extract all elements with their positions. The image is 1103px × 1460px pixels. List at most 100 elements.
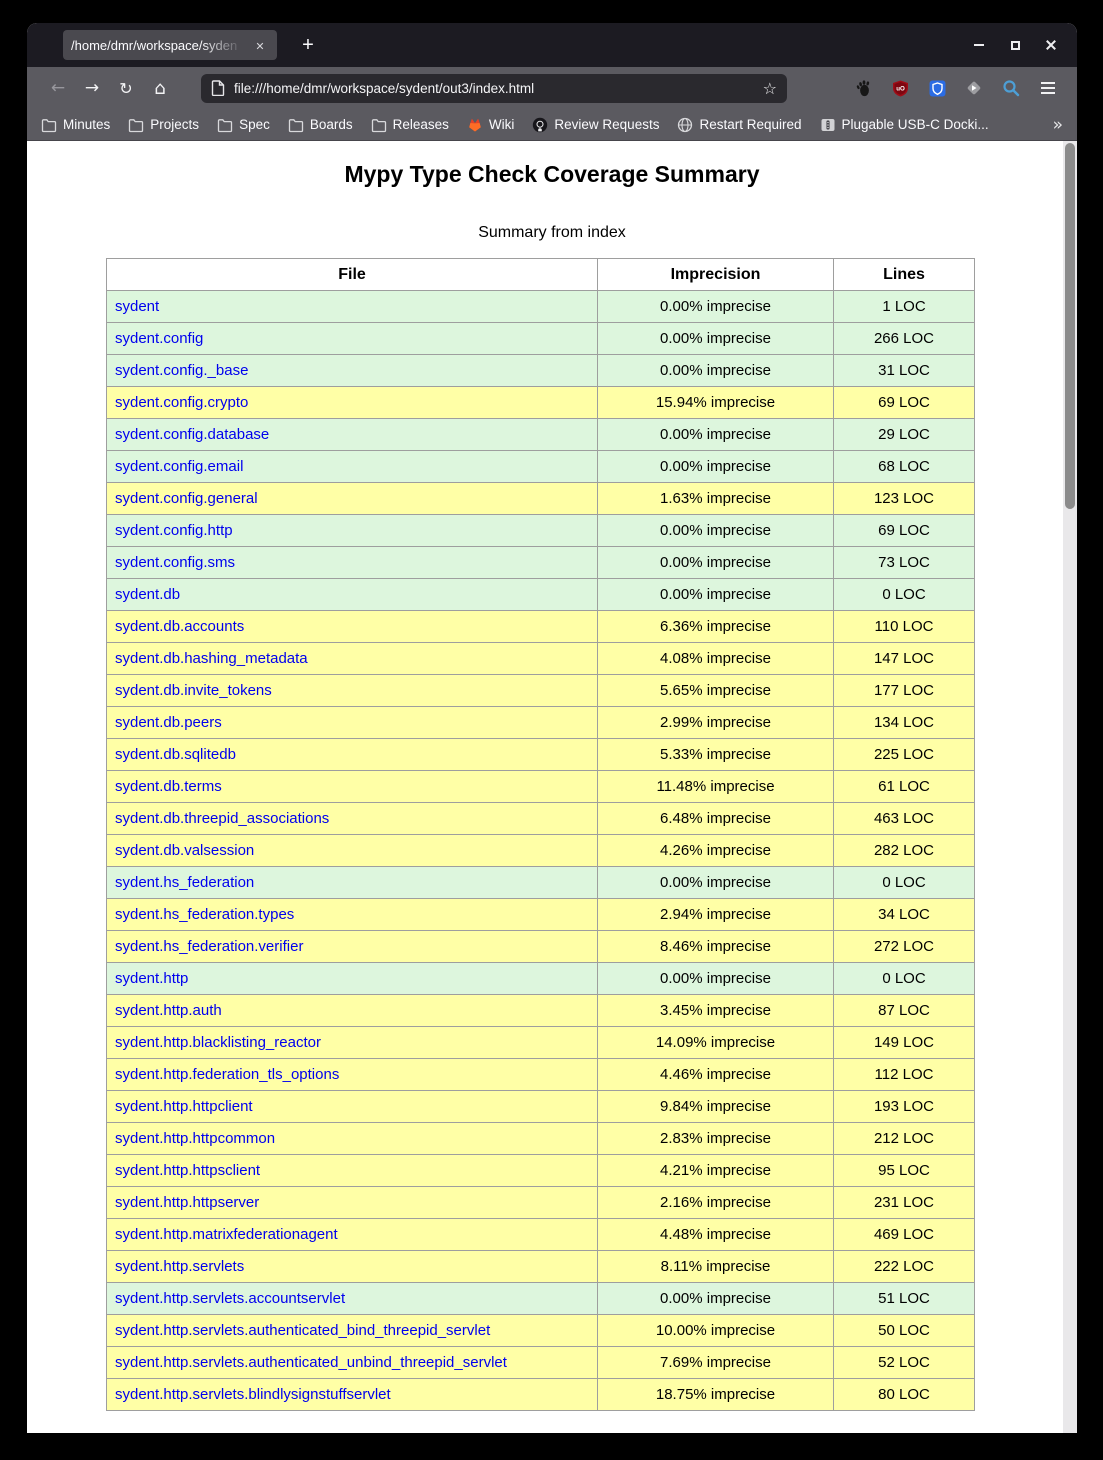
home-button[interactable] (143, 73, 177, 103)
bookmarks-overflow-icon[interactable] (1053, 115, 1063, 135)
file-link[interactable]: sydent.http.httpcommon (115, 1130, 275, 1147)
file-link[interactable]: sydent.http.blacklisting_reactor (115, 1034, 321, 1051)
coverage-table: File Imprecision Lines sydent 0.00% impre… (106, 258, 975, 1411)
browser-tab[interactable]: /home/dmr/workspace/syden (63, 30, 277, 60)
lines-cell: 123 LOC (834, 483, 975, 515)
lines-cell: 225 LOC (834, 739, 975, 771)
bookmark-item[interactable]: Restart Required (677, 117, 801, 133)
imprecision-cell: 2.16% imprecise (598, 1187, 834, 1219)
toolbar-extension-icons: uO (854, 79, 1057, 97)
file-link[interactable]: sydent.config._base (115, 362, 248, 379)
maximize-button[interactable] (1005, 35, 1025, 55)
imprecision-cell: 2.94% imprecise (598, 899, 834, 931)
file-link[interactable]: sydent.http.httpsclient (115, 1162, 260, 1179)
lines-cell: 52 LOC (834, 1347, 975, 1379)
imprecision-cell: 10.00% imprecise (598, 1315, 834, 1347)
lines-cell: 212 LOC (834, 1123, 975, 1155)
bookmark-item[interactable]: Wiki (467, 117, 515, 133)
bookmark-item[interactable]: Boards (288, 117, 353, 133)
page-scrollbar[interactable] (1063, 141, 1077, 1433)
reload-button[interactable] (109, 73, 143, 103)
new-tab-button[interactable] (293, 30, 323, 60)
bookmark-item[interactable]: Minutes (41, 117, 110, 133)
forward-button[interactable] (75, 73, 109, 103)
file-link[interactable]: sydent.http.servlets.accountservlet (115, 1290, 345, 1307)
close-button[interactable] (1041, 35, 1061, 55)
lines-cell: 31 LOC (834, 355, 975, 387)
file-link[interactable]: sydent.db.peers (115, 714, 222, 731)
bookmark-item[interactable]: Review Requests (532, 117, 659, 133)
file-link[interactable]: sydent.config.database (115, 426, 269, 443)
file-link[interactable]: sydent.config.general (115, 490, 258, 507)
lines-cell: 80 LOC (834, 1379, 975, 1411)
bookmark-item[interactable]: Releases (371, 117, 449, 133)
extension-diamond-icon[interactable] (965, 79, 983, 97)
lines-cell: 266 LOC (834, 323, 975, 355)
file-link[interactable]: sydent.db.threepid_associations (115, 810, 329, 827)
imprecision-cell: 11.48% imprecise (598, 771, 834, 803)
file-link[interactable]: sydent.http.matrixfederationagent (115, 1226, 338, 1243)
lines-cell: 112 LOC (834, 1059, 975, 1091)
page-title: Mypy Type Check Coverage Summary (27, 160, 1077, 188)
bitwarden-icon[interactable] (928, 79, 946, 97)
file-link[interactable]: sydent.hs_federation (115, 874, 254, 891)
table-row: sydent.db0.00% imprecise0 LOC (107, 579, 975, 611)
search-icon[interactable] (1002, 79, 1020, 97)
lines-cell: 69 LOC (834, 515, 975, 547)
lines-cell: 134 LOC (834, 707, 975, 739)
url-bar[interactable]: file:///home/dmr/workspace/sydent/out3/i… (201, 74, 787, 103)
table-row: sydent.db.sqlitedb5.33% imprecise225 LOC (107, 739, 975, 771)
table-row: sydent.http.matrixfederationagent4.48% i… (107, 1219, 975, 1251)
gitlab-icon (467, 117, 483, 133)
lines-cell: 231 LOC (834, 1187, 975, 1219)
file-link[interactable]: sydent.db.hashing_metadata (115, 650, 308, 667)
gnome-foot-icon[interactable] (854, 79, 872, 97)
file-link[interactable]: sydent.hs_federation.verifier (115, 938, 303, 955)
tab-close-icon[interactable] (251, 37, 269, 53)
file-link[interactable]: sydent.config.crypto (115, 394, 248, 411)
minimize-button[interactable] (969, 35, 989, 55)
scrollbar-thumb[interactable] (1065, 143, 1075, 509)
imprecision-cell: 0.00% imprecise (598, 963, 834, 995)
file-link[interactable]: sydent.db.sqlitedb (115, 746, 236, 763)
ublock-icon[interactable]: uO (891, 79, 909, 97)
bookmark-item[interactable]: Spec (217, 117, 270, 133)
lines-cell: 282 LOC (834, 835, 975, 867)
file-link[interactable]: sydent (115, 298, 159, 315)
file-link[interactable]: sydent.http (115, 970, 188, 987)
page-subtitle: Summary from index (27, 224, 1077, 241)
file-link[interactable]: sydent.config.email (115, 458, 243, 475)
bookmark-item[interactable]: Projects (128, 117, 199, 133)
file-link[interactable]: sydent.http.servlets.authenticated_bind_… (115, 1322, 490, 1339)
file-link[interactable]: sydent.config.http (115, 522, 233, 539)
file-link[interactable]: sydent.http.federation_tls_options (115, 1066, 339, 1083)
table-header-row: File Imprecision Lines (107, 259, 975, 291)
menu-icon[interactable] (1039, 79, 1057, 97)
file-link[interactable]: sydent.http.httpclient (115, 1098, 253, 1115)
table-row: sydent.db.hashing_metadata4.08% imprecis… (107, 643, 975, 675)
imprecision-cell: 0.00% imprecise (598, 515, 834, 547)
back-button[interactable] (41, 73, 75, 103)
bookmark-item[interactable]: Plugable USB-C Docki... (820, 117, 989, 133)
table-row: sydent.db.terms11.48% imprecise61 LOC (107, 771, 975, 803)
file-link[interactable]: sydent.db (115, 586, 180, 603)
table-row: sydent.config.database0.00% imprecise29 … (107, 419, 975, 451)
url-text[interactable]: file:///home/dmr/workspace/sydent/out3/i… (234, 81, 754, 96)
file-link[interactable]: sydent.http.auth (115, 1002, 222, 1019)
page-info-icon[interactable] (211, 80, 225, 96)
file-link[interactable]: sydent.http.servlets (115, 1258, 244, 1275)
file-link[interactable]: sydent.db.terms (115, 778, 222, 795)
file-link[interactable]: sydent.db.valsession (115, 842, 254, 859)
file-link[interactable]: sydent.db.invite_tokens (115, 682, 272, 699)
table-row: sydent.config.http 0.00% imprecise69 LOC (107, 515, 975, 547)
file-link[interactable]: sydent.db.accounts (115, 618, 244, 635)
bookmark-star-icon[interactable] (763, 79, 777, 98)
file-link[interactable]: sydent.http.servlets.authenticated_unbin… (115, 1354, 507, 1371)
file-link[interactable]: sydent.config (115, 330, 203, 347)
folder-icon (41, 117, 57, 133)
file-link[interactable]: sydent.hs_federation.types (115, 906, 294, 923)
file-link[interactable]: sydent.http.servlets.blindlysignstuffser… (115, 1386, 391, 1403)
table-row: sydent.config.crypto15.94% imprecise69 L… (107, 387, 975, 419)
file-link[interactable]: sydent.http.httpserver (115, 1194, 259, 1211)
file-link[interactable]: sydent.config.sms (115, 554, 235, 571)
